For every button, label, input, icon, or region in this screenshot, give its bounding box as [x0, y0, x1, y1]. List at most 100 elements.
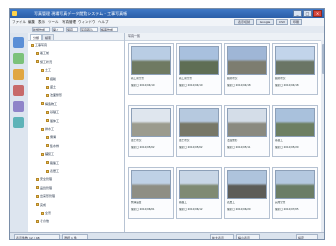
tree-item[interactable]: 側溝	[46, 135, 56, 139]
tree-item[interactable]: 盛土	[46, 85, 56, 89]
photo-card[interactable]: 路盤工 撮影日 2012/06/12	[176, 167, 222, 219]
search-icon[interactable]	[13, 117, 24, 128]
zoom-in-button[interactable]: 拡大表示	[210, 234, 234, 239]
photo-date: 撮影日 2012/05/20	[275, 146, 299, 149]
tree-item[interactable]: 法面整形	[46, 93, 62, 97]
tree-item-label: 出来形管理	[40, 194, 56, 199]
photo-caption: 側溝設置	[131, 201, 142, 204]
tree-item[interactable]: 土工	[41, 68, 51, 72]
toolbar-new-button[interactable]: 新規作成	[32, 27, 50, 32]
close-button[interactable]: ×	[313, 10, 322, 17]
photo-thumbnail[interactable]	[131, 108, 171, 137]
menu-view[interactable]: 表示	[38, 18, 45, 26]
photo-card[interactable]: 掘削状況 撮影日 2012/04/18	[272, 43, 318, 95]
photo-card[interactable]: 表層工 撮影日 2012/06/20	[224, 167, 270, 219]
tab-category[interactable]: 分類	[30, 34, 43, 40]
folder-icon	[36, 186, 39, 190]
photo-date: 撮影日 2012/06/12	[179, 208, 203, 211]
settings-icon[interactable]	[13, 101, 24, 112]
photo-card[interactable]: 側溝設置 撮影日 2012/06/01	[128, 167, 174, 219]
google-button[interactable]: Google	[256, 19, 274, 25]
menu-window[interactable]: ウィンドウ	[78, 18, 96, 26]
tree-item-label: 側溝	[50, 135, 57, 140]
photo-date: 撮影日 2012/04/18	[275, 84, 299, 87]
tree-item[interactable]: 路盤工	[46, 161, 59, 165]
tree-item[interactable]: 安全管理	[36, 177, 52, 181]
tree-item[interactable]: 品質管理	[36, 186, 52, 190]
view-toggle-button[interactable]: 表示切替	[234, 19, 254, 25]
menu-edit[interactable]: 編集	[28, 18, 35, 26]
photo-thumbnail[interactable]	[179, 108, 219, 137]
photo-card[interactable]: 法面整形 撮影日 2012/05/11	[224, 105, 270, 157]
map-icon[interactable]	[13, 69, 24, 80]
folder-icon	[41, 102, 44, 106]
tree-item[interactable]: 集水桝	[46, 144, 59, 148]
settings-button[interactable]: 設定	[296, 234, 318, 239]
scrollbar-thumb[interactable]	[321, 44, 324, 74]
photo-thumbnail[interactable]	[131, 46, 171, 75]
photo-thumbnail[interactable]	[131, 170, 171, 199]
tree-item-label: 躯体工	[50, 118, 60, 123]
tree-item[interactable]: 表層工	[46, 169, 59, 173]
toolbar-open-button[interactable]: 開く	[52, 27, 64, 32]
photo-thumbnail[interactable]	[275, 170, 315, 199]
photo-caption: 完成全景	[275, 201, 286, 204]
tree-item[interactable]: 構造物工	[41, 102, 57, 106]
tab-search[interactable]: 検索	[42, 34, 55, 40]
tree-item[interactable]: 施工状況	[36, 60, 52, 64]
tree-item[interactable]: その他	[36, 219, 49, 223]
folder-icon	[36, 177, 39, 181]
tree-item-label: 工事写真	[35, 43, 48, 47]
photo-date: 撮影日 2012/06/20	[227, 208, 251, 211]
folder-icon	[46, 85, 49, 89]
title-bar: 写真管理 現場写真データ閲覧システム - 工事写真帳 _ □ ×	[10, 9, 324, 18]
folder-icon	[46, 110, 49, 114]
photo-thumbnail[interactable]	[179, 170, 219, 199]
photo-thumbnail[interactable]	[179, 46, 219, 75]
menu-help[interactable]: ヘルプ	[98, 18, 109, 26]
photo-thumbnail[interactable]	[227, 170, 267, 199]
toolbar-import-button[interactable]: 写真取込	[80, 27, 98, 32]
menu-file[interactable]: ファイル	[12, 18, 26, 26]
photo-thumbnail[interactable]	[275, 46, 315, 75]
print-button[interactable]: 印刷	[290, 19, 302, 25]
tree-item[interactable]: 舗装工	[41, 152, 54, 156]
zoom-out-button[interactable]: 縮小表示	[236, 234, 260, 239]
tree-item[interactable]: 躯体工	[46, 119, 59, 123]
photo-card[interactable]: 着工前全景 撮影日 2012/04/10	[128, 43, 174, 95]
tree-item[interactable]: 完成	[36, 203, 46, 207]
toolbar-report-button[interactable]: 帳票作成	[100, 27, 118, 32]
status-bar: 表示件数 12 / 48 選択 1 件 拡大表示 縮小表示 設定	[10, 232, 324, 239]
tree-item[interactable]: 出来形管理	[36, 194, 55, 198]
photo-thumbnail[interactable]	[227, 108, 267, 137]
photo-card[interactable]: 完成全景 撮影日 2012/07/05	[272, 167, 318, 219]
folder-icon	[41, 211, 44, 215]
vertical-scrollbar[interactable]	[321, 40, 324, 232]
menu-tools[interactable]: ツール	[48, 18, 59, 26]
tree-item[interactable]: 掘削	[46, 77, 56, 81]
toolbar-save-button[interactable]: 保存	[66, 27, 78, 32]
report-icon[interactable]	[13, 85, 24, 96]
tree-item[interactable]: 全景	[41, 211, 51, 215]
folder-icon	[46, 119, 49, 123]
maximize-button[interactable]: □	[303, 10, 312, 17]
tree-item[interactable]: 排水工	[41, 127, 54, 131]
photo-card[interactable]: 基礎工撮影日 2012/05/20	[272, 105, 318, 157]
csv-button[interactable]: CSV	[276, 19, 288, 25]
photo-card[interactable]: 盛土状況 撮影日 2012/05/02	[128, 105, 174, 157]
minimize-button[interactable]: _	[293, 10, 302, 17]
tree-item[interactable]: 基礎工	[46, 110, 59, 114]
photo-thumbnail[interactable]	[275, 108, 315, 137]
photo-caption: 基礎工	[275, 139, 283, 142]
photo-card[interactable]: 着工前全景 撮影日 2012/04/10	[176, 43, 222, 95]
app-icon	[12, 11, 17, 16]
tree-item[interactable]: 工事写真	[31, 43, 47, 47]
photo-thumbnail[interactable]	[227, 46, 267, 75]
photo-card[interactable]: 掘削状況 撮影日 2012/04/18	[224, 43, 270, 95]
photo-caption: 着工前全景	[179, 77, 192, 80]
menu-photo[interactable]: 写真管理	[62, 18, 76, 26]
folder-icon[interactable]	[13, 37, 24, 48]
camera-icon[interactable]	[13, 53, 24, 64]
photo-card[interactable]: 盛土状況 撮影日 2012/05/02	[176, 105, 222, 157]
tree-item[interactable]: 着工前	[36, 51, 49, 55]
